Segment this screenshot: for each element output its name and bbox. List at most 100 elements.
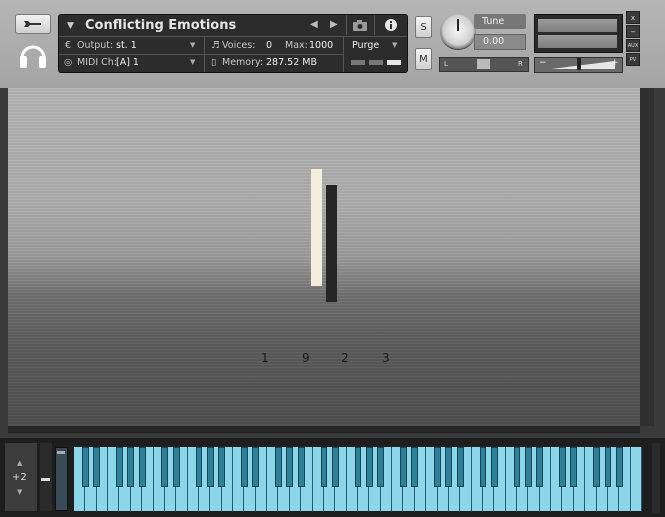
black-key[interactable] (195, 447, 203, 487)
keyboard-right-strip (652, 443, 660, 513)
info-icon[interactable] (385, 19, 397, 31)
collapse-arrow-icon[interactable]: ▼ (67, 21, 74, 31)
black-key[interactable] (445, 447, 453, 487)
output-icon: € (65, 40, 72, 51)
max-label: Max: (285, 40, 308, 51)
mini-slot-1 (351, 60, 365, 65)
black-key[interactable] (93, 447, 101, 487)
black-key[interactable] (275, 447, 282, 487)
pan-slider[interactable]: L R (439, 57, 529, 72)
octave-value: +2 (12, 472, 27, 483)
output-select[interactable]: st. 1 (116, 40, 137, 51)
output-label: Output: (77, 40, 114, 51)
octave-down-icon[interactable]: ▼ (17, 488, 22, 496)
max-voices-field[interactable]: 1000 (309, 40, 333, 51)
memory-icon: ▯ (211, 57, 217, 68)
black-key[interactable] (320, 447, 328, 487)
octave-up-icon[interactable]: ▲ (17, 459, 22, 467)
black-key[interactable] (377, 447, 385, 487)
tune-knob[interactable] (440, 14, 476, 50)
instrument-title[interactable]: Conflicting Emotions (85, 18, 236, 33)
pitch-wheel[interactable] (55, 447, 68, 511)
number-label-4: 3 (382, 351, 390, 365)
volume-minus-label: − (539, 58, 547, 68)
purge-button[interactable]: Purge (352, 40, 379, 51)
black-key[interactable] (490, 447, 498, 487)
black-key[interactable] (524, 447, 532, 487)
black-key[interactable] (434, 447, 441, 487)
gui-bottom-edge (8, 426, 640, 433)
black-key[interactable] (116, 447, 123, 487)
black-key[interactable] (570, 447, 578, 487)
black-key[interactable] (559, 447, 566, 487)
volume-handle[interactable] (577, 58, 581, 70)
purge-dropdown-icon[interactable]: ▼ (392, 41, 397, 49)
voices-value: 0 (266, 40, 273, 51)
mini-slot-3 (387, 60, 401, 65)
black-key[interactable] (206, 447, 214, 487)
black-key[interactable] (81, 447, 89, 487)
black-key[interactable] (456, 447, 464, 487)
wrench-button[interactable] (15, 14, 51, 34)
voices-label: Voices: (222, 40, 256, 51)
black-key[interactable] (127, 447, 135, 487)
prev-preset-icon[interactable]: ◀ (310, 19, 318, 30)
black-key[interactable] (411, 447, 419, 487)
camera-icon[interactable] (353, 20, 367, 31)
black-key[interactable] (172, 447, 180, 487)
black-key[interactable] (240, 447, 248, 487)
black-key[interactable] (252, 447, 260, 487)
pv-button[interactable]: PV (626, 53, 640, 66)
wrench-icon (24, 21, 41, 27)
black-key[interactable] (536, 447, 544, 487)
mod-wheel[interactable] (40, 443, 52, 511)
piano-keyboard[interactable] (74, 447, 642, 511)
instrument-info-panel: ▼ Conflicting Emotions ◀ ▶ € Output: st.… (58, 14, 408, 73)
black-key[interactable] (161, 447, 169, 487)
memory-value: 287.52 MB (266, 57, 317, 68)
black-key[interactable] (513, 447, 521, 487)
number-label-1: 1 (261, 351, 269, 365)
level-meter (534, 14, 623, 53)
output-dropdown-icon[interactable]: ▼ (190, 41, 195, 49)
number-label-2: 9 (302, 351, 310, 365)
minimize-button[interactable]: − (626, 25, 640, 38)
volume-plus-label: + (611, 58, 619, 68)
black-key[interactable] (593, 447, 600, 487)
solo-button[interactable]: S (415, 16, 432, 38)
midi-channel-select[interactable]: [A] 1 (116, 57, 139, 68)
meter-right (538, 35, 617, 48)
tune-value-field[interactable]: 0.00 (474, 34, 526, 50)
black-key[interactable] (138, 447, 146, 487)
voices-icon: ♬ (211, 40, 220, 51)
midi-dropdown-icon[interactable]: ▼ (190, 58, 195, 66)
instrument-gui (8, 88, 640, 426)
black-key[interactable] (479, 447, 487, 487)
black-key[interactable] (218, 447, 226, 487)
gui-scrollbar[interactable] (640, 88, 654, 426)
pan-left-label: L (444, 60, 448, 68)
mini-slot-2 (369, 60, 383, 65)
headphones-icon[interactable] (18, 38, 48, 70)
close-button[interactable]: x (626, 11, 640, 24)
next-preset-icon[interactable]: ▶ (330, 19, 338, 30)
pan-right-label: R (518, 60, 523, 68)
volume-slider[interactable]: − + (534, 57, 623, 73)
mute-button[interactable]: M (415, 48, 432, 70)
pan-handle[interactable] (477, 59, 490, 69)
black-key[interactable] (365, 447, 373, 487)
black-key[interactable] (400, 447, 407, 487)
black-key[interactable] (297, 447, 305, 487)
dark-slider-bar[interactable] (326, 185, 337, 302)
black-key[interactable] (286, 447, 294, 487)
black-key[interactable] (604, 447, 612, 487)
aux-button[interactable]: AUX (626, 39, 640, 52)
black-key[interactable] (331, 447, 339, 487)
midi-icon: ◎ (64, 57, 73, 68)
midi-channel-label: MIDI Ch: (77, 57, 117, 68)
light-slider-bar[interactable] (311, 169, 322, 286)
black-key[interactable] (354, 447, 362, 487)
white-key[interactable] (630, 447, 642, 511)
black-key[interactable] (615, 447, 623, 487)
volume-ramp (551, 61, 615, 69)
